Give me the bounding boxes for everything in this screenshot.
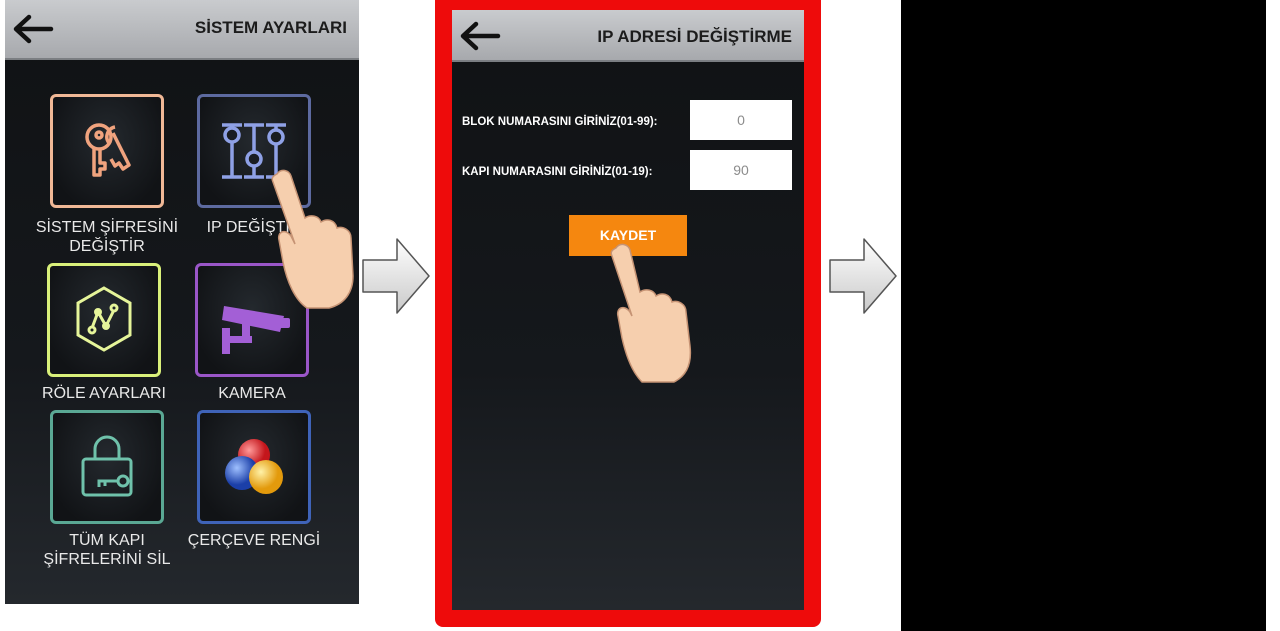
delete-door-passwords-button[interactable] — [50, 410, 164, 524]
keys-icon — [85, 123, 131, 177]
arrow-right-icon — [829, 238, 897, 314]
system-settings-screen: SİSTEM AYARLARI SİSTEM ŞİFRESİNİ DEĞİŞTİ… — [5, 0, 359, 604]
color-balls-icon — [225, 439, 283, 494]
back-arrow-icon[interactable] — [458, 19, 502, 53]
door-number-label: KAPI NUMARASINI GİRİNİZ(01-19): — [462, 166, 653, 178]
app-bar: IP ADRESİ DEĞİŞTİRME — [452, 10, 804, 62]
block-number-input[interactable] — [690, 100, 792, 140]
tile-label: ÇERÇEVE RENGİ — [187, 532, 321, 549]
tile-label: TÜM KAPI ŞİFRELERİNİ SİL — [43, 532, 171, 568]
ip-change-screen: IP ADRESİ DEĞİŞTİRME BLOK NUMARASINI GİR… — [452, 10, 804, 610]
page-title: SİSTEM AYARLARI — [194, 18, 347, 37]
arrow-right-icon — [362, 238, 430, 314]
blank-screen — [901, 0, 1266, 631]
door-number-input[interactable] — [690, 150, 792, 190]
pointing-hand-icon — [271, 169, 354, 309]
change-system-password-button[interactable] — [50, 94, 164, 208]
frame-color-button[interactable] — [197, 410, 311, 524]
block-number-label: BLOK NUMARASINI GİRİNİZ(01-99): — [462, 116, 658, 128]
pointing-hand-icon — [610, 243, 692, 383]
back-arrow-icon[interactable] — [11, 12, 55, 46]
tile-label: KAMERA — [218, 385, 286, 402]
lock-key-icon — [81, 435, 133, 497]
app-bar: SİSTEM AYARLARI — [5, 0, 359, 60]
page-title: IP ADRESİ DEĞİŞTİRME — [597, 27, 792, 46]
relay-settings-button[interactable] — [47, 263, 161, 377]
tile-label: SİSTEM ŞİFRESİNİ DEĞİŞTİR — [35, 219, 179, 255]
relay-icon — [76, 286, 132, 352]
tile-label: RÖLE AYARLARI — [42, 385, 166, 402]
